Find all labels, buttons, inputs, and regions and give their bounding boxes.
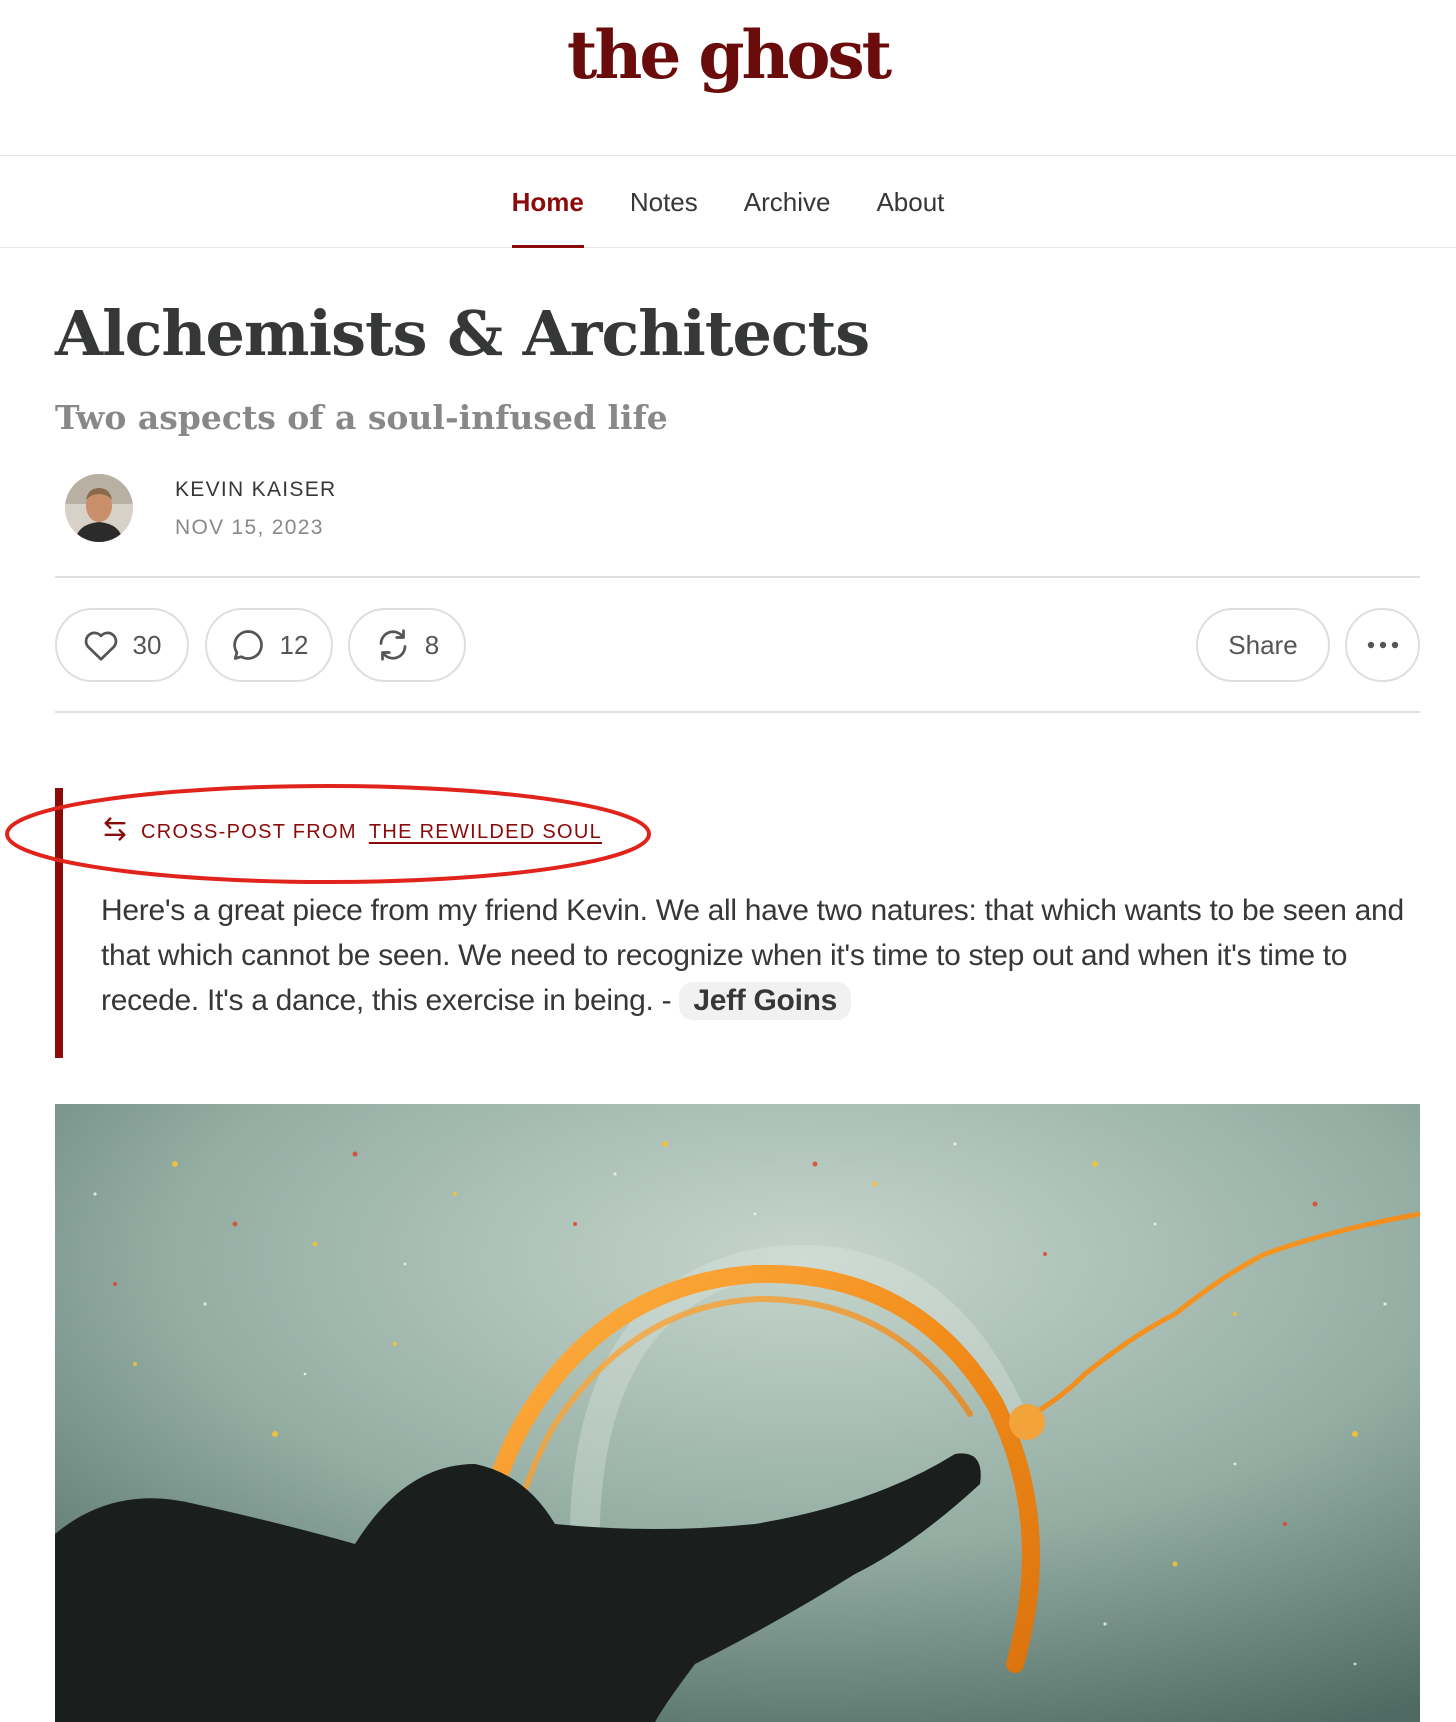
post-subtitle: Two aspects of a soul-infused life xyxy=(55,398,668,437)
restack-count: 8 xyxy=(424,629,440,660)
nav-item-home[interactable]: Home xyxy=(511,156,585,248)
crosspost-callout: CROSS-POST FROM THE REWILDED SOUL Here's… xyxy=(55,788,1435,1058)
divider-bottom xyxy=(55,711,1420,713)
like-count: 30 xyxy=(132,629,162,660)
comment-count: 12 xyxy=(279,629,309,660)
site-brand-logo[interactable]: the ghost xyxy=(0,22,1456,88)
mention-chip[interactable]: Jeff Goins xyxy=(679,982,852,1020)
site-header: the ghost xyxy=(0,0,1456,156)
crosspost-label: CROSS-POST FROM THE REWILDED SOUL xyxy=(101,816,602,848)
crosspost-text: Here's a great piece from my friend Kevi… xyxy=(101,888,1441,1023)
post-title: Alchemists & Architects xyxy=(55,297,870,370)
like-button[interactable]: 30 xyxy=(55,608,189,682)
comment-icon xyxy=(230,627,266,663)
author-name[interactable]: KEVIN KAISER xyxy=(175,478,336,502)
main-nav: Home Notes Archive About xyxy=(0,156,1456,248)
post-date: NOV 15, 2023 xyxy=(175,516,324,539)
share-button[interactable]: Share xyxy=(1196,608,1330,682)
heart-icon xyxy=(83,628,119,662)
nav-item-about[interactable]: About xyxy=(876,156,944,248)
more-icon xyxy=(1366,640,1400,650)
hero-image[interactable] xyxy=(55,1104,1420,1722)
more-options-button[interactable] xyxy=(1345,608,1420,682)
nav-item-archive[interactable]: Archive xyxy=(744,156,831,248)
author-avatar[interactable] xyxy=(65,474,133,542)
restack-icon xyxy=(375,627,411,663)
share-label: Share xyxy=(1228,629,1298,660)
divider-top xyxy=(55,576,1420,578)
crosspost-prefix: CROSS-POST FROM xyxy=(141,820,357,843)
crosspost-arrows-icon xyxy=(101,816,129,848)
nav-item-notes[interactable]: Notes xyxy=(630,156,698,248)
crosspost-source-link[interactable]: THE REWILDED SOUL xyxy=(369,821,602,844)
restack-button[interactable]: 8 xyxy=(348,608,466,682)
comment-button[interactable]: 12 xyxy=(205,608,333,682)
